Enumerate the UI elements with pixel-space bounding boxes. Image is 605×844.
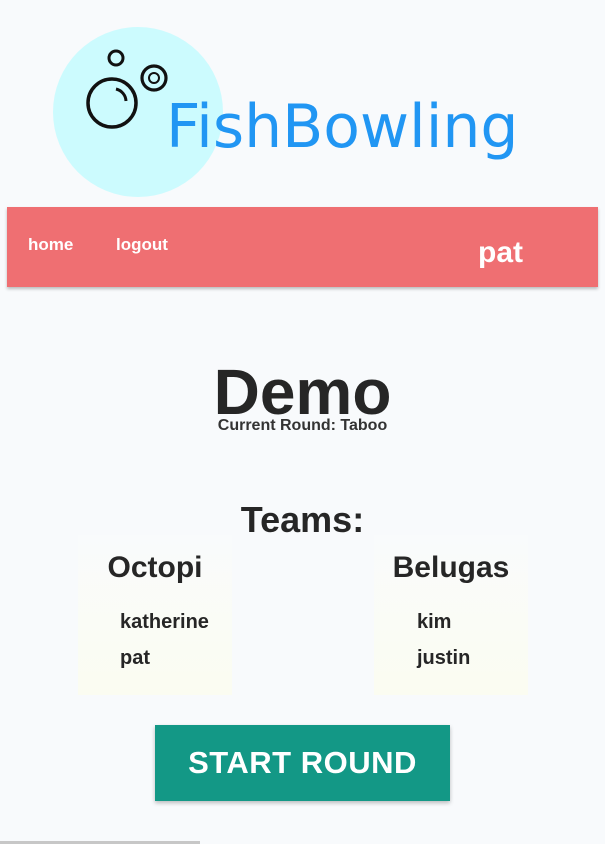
team-member: katherine	[120, 611, 209, 633]
team-member-list: katherine pat	[120, 604, 209, 676]
start-round-button[interactable]: START ROUND	[155, 725, 450, 801]
team-member: justin	[417, 647, 471, 669]
team-card-belugas: Belugas kim justin	[374, 535, 528, 695]
username-label: pat	[478, 236, 523, 269]
team-member: pat	[120, 647, 150, 669]
home-link[interactable]: home	[28, 233, 73, 257]
team-member-list: kim justin	[417, 604, 470, 676]
team-name: Belugas	[392, 551, 510, 584]
current-round-label: Current Round: Taboo	[217, 417, 388, 434]
navbar: home logout pat	[7, 207, 598, 287]
team-name: Octopi	[107, 551, 203, 584]
app-logo: FishBowling	[0, 0, 605, 205]
team-member: kim	[417, 611, 452, 633]
bubbles-icon	[86, 49, 168, 129]
logout-link[interactable]: logout	[116, 233, 168, 257]
logo-text: FishBowling	[166, 92, 519, 162]
team-card-octopi: Octopi katherine pat	[78, 535, 232, 695]
